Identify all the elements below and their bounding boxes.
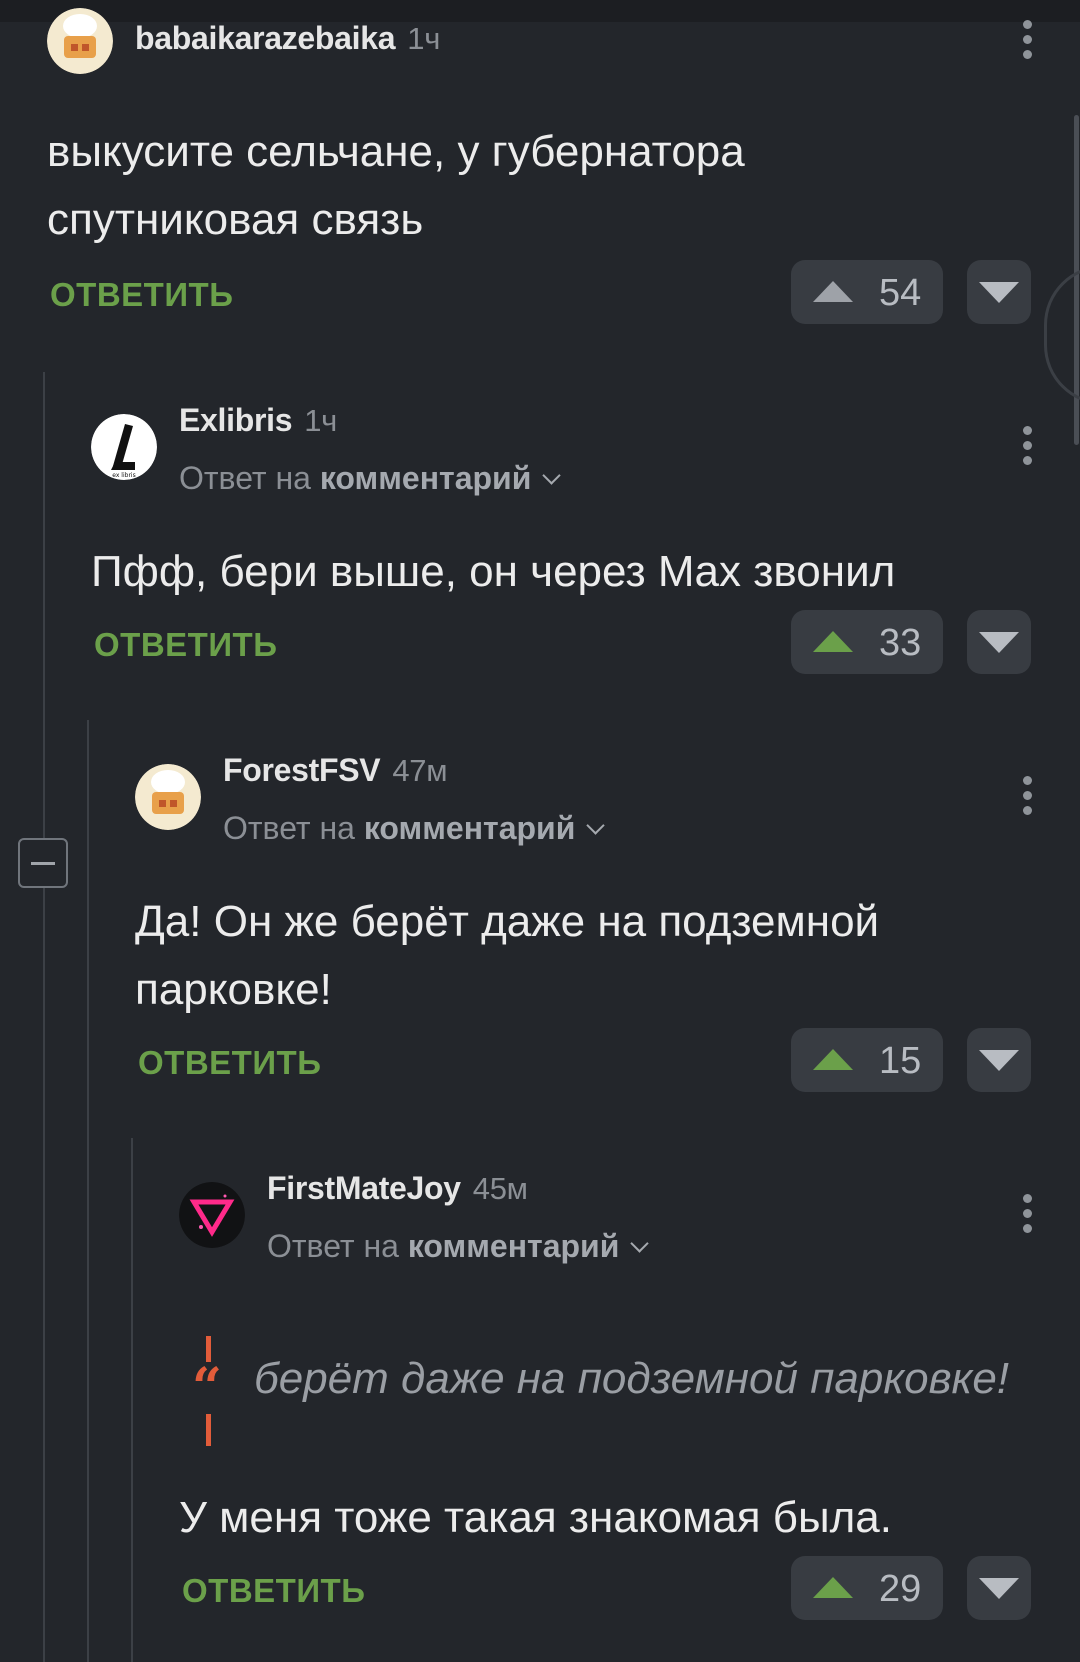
comment-time: 47м xyxy=(392,753,448,788)
comment-username[interactable]: babaikarazebaika 1ч xyxy=(135,20,440,57)
downvote-arrow-icon xyxy=(979,632,1019,653)
reply-button[interactable]: ОТВЕТИТЬ xyxy=(138,1044,321,1082)
thread-line-level-2 xyxy=(87,720,89,1662)
quote-block: “ берёт даже на подземной парковке! xyxy=(192,1336,1036,1446)
reply-to-link[interactable]: Ответ на комментарий xyxy=(223,810,606,847)
reply-button[interactable]: ОТВЕТИТЬ xyxy=(94,626,277,664)
chef-hat-avatar-icon[interactable] xyxy=(135,764,201,830)
top-bar xyxy=(0,0,1080,22)
comment-time: 1ч xyxy=(304,403,338,438)
comment-time: 1ч xyxy=(407,21,441,56)
comment-text: Пфф, бери выше, он через Max звонил xyxy=(91,547,896,596)
comment-username[interactable]: FirstMateJoy 45м xyxy=(267,1170,528,1207)
ex-libris-logo-avatar-icon[interactable]: ex libris xyxy=(91,414,157,480)
more-options-icon[interactable] xyxy=(1021,20,1033,64)
comment-text: Да! Он же берёт даже на подземной парков… xyxy=(135,897,880,1014)
pink-triangle-avatar-icon[interactable] xyxy=(179,1182,245,1248)
downvote-arrow-icon xyxy=(979,1050,1019,1071)
downvote-button[interactable] xyxy=(967,1028,1031,1092)
downvote-button[interactable] xyxy=(967,260,1031,324)
svg-text:ex libris: ex libris xyxy=(112,472,135,479)
upvote-button[interactable]: 15 xyxy=(791,1028,943,1092)
more-options-icon[interactable] xyxy=(1021,1194,1033,1238)
chevron-down-icon xyxy=(586,816,606,835)
collapse-thread-button[interactable] xyxy=(18,838,68,888)
comment-username[interactable]: Exlibris 1ч xyxy=(179,402,337,439)
comment-time: 45м xyxy=(472,1171,528,1206)
upvote-button[interactable]: 29 xyxy=(791,1556,943,1620)
edge-swipe-indicator xyxy=(1044,265,1080,405)
downvote-button[interactable] xyxy=(967,1556,1031,1620)
quote-text: берёт даже на подземной парковке! xyxy=(254,1354,1010,1403)
reply-button[interactable]: ОТВЕТИТЬ xyxy=(182,1572,365,1610)
comment-username[interactable]: ForestFSV 47м xyxy=(223,752,448,789)
reply-to-link[interactable]: Ответ на комментарий xyxy=(267,1228,650,1265)
downvote-button[interactable] xyxy=(967,610,1031,674)
downvote-arrow-icon xyxy=(979,1578,1019,1599)
reply-to-link[interactable]: Ответ на комментарий xyxy=(179,460,562,497)
quote-mark-icon: “ xyxy=(192,1357,222,1418)
upvote-button[interactable]: 33 xyxy=(791,610,943,674)
more-options-icon[interactable] xyxy=(1021,426,1033,470)
upvote-arrow-icon xyxy=(813,1577,853,1598)
upvote-arrow-icon xyxy=(813,1049,853,1070)
chevron-down-icon xyxy=(542,466,562,485)
thread-line-level-1 xyxy=(43,372,45,1662)
comment-text: У меня тоже такая знакомая была. xyxy=(179,1493,893,1542)
chef-hat-avatar-icon[interactable] xyxy=(47,8,113,74)
downvote-arrow-icon xyxy=(979,282,1019,303)
chevron-down-icon xyxy=(630,1234,650,1253)
upvote-arrow-icon xyxy=(813,281,853,302)
more-options-icon[interactable] xyxy=(1021,776,1033,820)
upvote-button[interactable]: 54 xyxy=(791,260,943,324)
comment-text: выкусите сельчане, у губернатора спутник… xyxy=(47,127,745,244)
vote-score: 54 xyxy=(879,272,922,314)
vote-score: 15 xyxy=(879,1040,922,1082)
vote-score: 29 xyxy=(879,1568,922,1610)
upvote-arrow-icon xyxy=(813,631,853,652)
vote-score: 33 xyxy=(879,622,922,664)
reply-button[interactable]: ОТВЕТИТЬ xyxy=(50,276,233,314)
thread-line-level-3 xyxy=(131,1138,133,1662)
